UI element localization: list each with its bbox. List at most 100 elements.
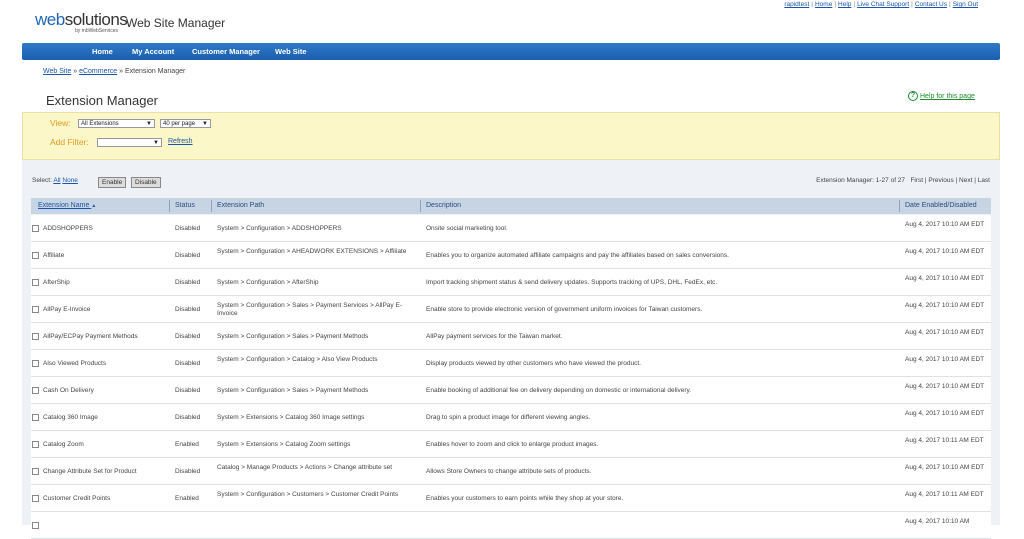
refresh-link[interactable]: Refresh <box>168 138 193 145</box>
row-checkbox[interactable] <box>32 333 39 340</box>
column-header-date[interactable]: Date Enabled/Disabled <box>905 202 977 209</box>
extension-date: Aug 4, 2017 10:10 AM EDT <box>905 221 985 228</box>
extension-description: Enable store to provide electronic versi… <box>426 306 703 313</box>
add-filter-select[interactable]: ▼ <box>97 138 162 147</box>
extension-date: Aug 4, 2017 10:10 AM EDT <box>905 275 985 282</box>
extension-status: Disabled <box>175 279 201 286</box>
disable-button[interactable]: Disable <box>131 177 161 188</box>
row-checkbox[interactable] <box>32 414 39 421</box>
row-checkbox[interactable] <box>32 360 39 367</box>
extension-description: Onsite social marketing tool. <box>426 225 508 232</box>
nav-customer-manager[interactable]: Customer Manager <box>192 47 260 56</box>
table-row[interactable]: Catalog Zoom Enabled System > Extensions >… <box>31 431 991 458</box>
top-bar: websolutions by mbWebServices Web Site M… <box>0 0 1024 42</box>
table-row[interactable]: Catalog 360 Image Disabled System > Extens… <box>31 404 991 431</box>
extension-name: Catalog 360 Image <box>43 414 98 421</box>
chevron-down-icon: ▼ <box>146 121 152 127</box>
column-header-name[interactable]: Extension Name ▲ <box>38 202 96 209</box>
main-nav: Home My Account Customer Manager Web Sit… <box>22 43 1000 60</box>
row-checkbox[interactable] <box>32 279 39 286</box>
select-none-link[interactable]: None <box>62 177 78 184</box>
top-link-live-chat[interactable]: Live Chat Support <box>857 1 909 8</box>
column-divider <box>420 200 421 212</box>
help-link[interactable]: ? Help for this page <box>908 91 975 101</box>
nav-web-site[interactable]: Web Site <box>275 47 307 56</box>
extension-description: Enables hover to zoom and click to enlar… <box>426 441 599 448</box>
view-select[interactable]: All Extensions ▼ <box>78 119 155 128</box>
row-checkbox[interactable] <box>32 387 39 394</box>
extension-name: AllPay E-Invoice <box>43 306 91 313</box>
row-checkbox[interactable] <box>32 441 39 448</box>
column-header-path[interactable]: Extension Path <box>217 202 264 209</box>
extension-name: Catalog Zoom <box>43 441 84 448</box>
breadcrumb-web-site[interactable]: Web Site <box>43 68 71 75</box>
pager-summary: Extension Manager: 1-27 of 27 <box>816 177 906 184</box>
table-row[interactable]: AllPay E-Invoice Disabled System > Configu… <box>31 296 991 323</box>
table-header: Extension Name ▲ Status Extension Path D… <box>31 198 991 214</box>
sort-ascending-icon: ▲ <box>91 203 97 209</box>
row-checkbox[interactable] <box>32 495 39 502</box>
top-link-home[interactable]: Home <box>815 1 832 8</box>
nav-home[interactable]: Home <box>92 47 113 56</box>
select-all-link[interactable]: All <box>53 177 60 184</box>
chevron-down-icon: ▼ <box>202 121 208 127</box>
table-row[interactable]: ADDSHOPPERS Disabled System > Configuratio… <box>31 215 991 242</box>
table-row[interactable]: AllPay/ECPay Payment Methods Disabled Syst… <box>31 323 991 350</box>
per-page-select[interactable]: 40 per page ▼ <box>160 119 211 128</box>
extension-name: AllPay/ECPay Payment Methods <box>43 333 138 340</box>
pager-last[interactable]: Last <box>978 177 990 184</box>
table-row[interactable]: Cash On Delivery Disabled System > Configu… <box>31 377 991 404</box>
extension-date: Aug 4, 2017 10:10 AM EDT <box>905 356 985 363</box>
top-link-contact-us[interactable]: Contact Us <box>915 1 947 8</box>
extension-name: Cash On Delivery <box>43 387 94 394</box>
extension-status: Disabled <box>175 360 201 367</box>
extension-path: System > Extensions > Catalog 360 Image … <box>217 414 365 421</box>
nav-my-account[interactable]: My Account <box>132 47 174 56</box>
pager-previous[interactable]: Previous <box>928 177 953 184</box>
pager-first[interactable]: First <box>910 177 923 184</box>
table-row[interactable]: Affiliate Disabled System > Configuration … <box>31 242 991 269</box>
extension-status: Disabled <box>175 387 201 394</box>
websolutions-logo[interactable]: websolutions by mbWebServices <box>35 10 128 34</box>
breadcrumb-current: Extension Manager <box>125 68 186 75</box>
column-header-description[interactable]: Description <box>426 202 461 209</box>
extension-path: System > Configuration > ADDSHOPPERS <box>217 225 342 232</box>
pager-next[interactable]: Next <box>959 177 972 184</box>
top-link-help[interactable]: Help <box>838 1 851 8</box>
row-checkbox[interactable] <box>32 522 39 529</box>
row-checkbox[interactable] <box>32 252 39 259</box>
pager: Extension Manager: 1-27 of 27 First | Pr… <box>816 177 990 184</box>
row-checkbox[interactable] <box>32 468 39 475</box>
extension-path: System > Configuration > AfterShip <box>217 279 319 286</box>
extension-date: Aug 4, 2017 10:11 AM EDT <box>905 437 984 444</box>
help-label[interactable]: Help for this page <box>920 93 975 100</box>
column-divider <box>211 200 212 212</box>
enable-button[interactable]: Enable <box>98 177 127 188</box>
column-header-status[interactable]: Status <box>175 202 195 209</box>
top-link-sign-out[interactable]: Sign Out <box>953 1 978 8</box>
view-label: View: <box>50 118 71 128</box>
logo-tagline: by mbWebServices <box>75 28 118 34</box>
extension-description: Allows Store Owners to change attribute … <box>426 468 592 475</box>
table-row[interactable]: Also Viewed Products Disabled System > Con… <box>31 350 991 377</box>
extension-name: Change Attribute Set for Product <box>43 468 137 475</box>
row-checkbox[interactable] <box>32 306 39 313</box>
table-row[interactable]: Change Attribute Set for Product Disabled… <box>31 458 991 485</box>
table-row[interactable]: AfterShip Disabled System > Configuration … <box>31 269 991 296</box>
extension-path: System > Extensions > Catalog Zoom setti… <box>217 441 351 448</box>
extension-description: Enables you to organize automated affili… <box>426 252 729 259</box>
row-checkbox[interactable] <box>32 225 39 232</box>
extension-path: System > Configuration > Customers > Cus… <box>217 491 399 498</box>
table-row[interactable]: Aug 4, 2017 10:10 AM <box>31 512 991 539</box>
top-link-user[interactable]: rapidtest <box>784 1 809 8</box>
extension-path: System > Configuration > Sales > Payment… <box>217 333 369 340</box>
logo-web-text: web <box>35 10 65 29</box>
breadcrumb-separator: » <box>117 68 125 75</box>
extension-date: Aug 4, 2017 10:10 AM EDT <box>905 302 985 309</box>
table-row[interactable]: Customer Credit Points Enabled System > Co… <box>31 485 991 512</box>
breadcrumb-ecommerce[interactable]: eCommerce <box>79 68 117 75</box>
column-divider <box>169 200 170 212</box>
extension-path: System > Configuration > Sales > Payment… <box>217 302 402 317</box>
column-header-name-label: Extension Name <box>38 202 90 209</box>
extension-status: Enabled <box>175 441 199 448</box>
